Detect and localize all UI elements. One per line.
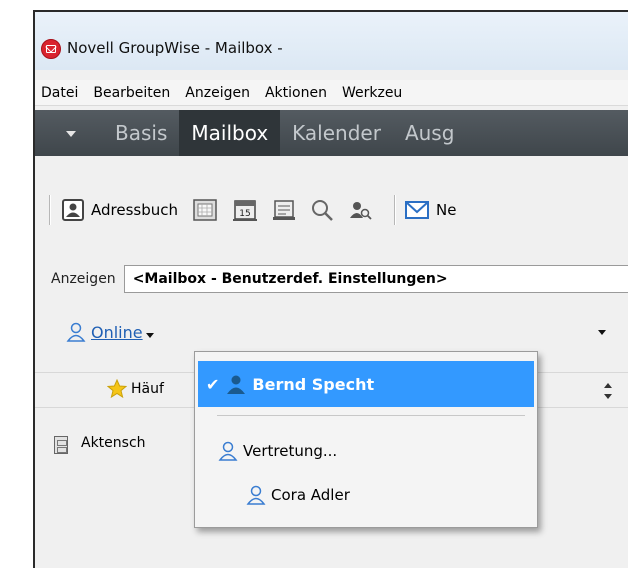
menu-aktionen[interactable]: Aktionen: [265, 85, 327, 101]
search-button[interactable]: [310, 198, 334, 222]
menu-bar: Datei Bearbeiten Anzeigen Aktionen Werkz…: [35, 80, 628, 106]
calendar-button[interactable]: 15: [232, 197, 258, 223]
schedule-icon: [273, 200, 295, 220]
favorites-label[interactable]: Häuf: [131, 381, 164, 397]
groupwise-logo-icon: [41, 39, 61, 59]
selected-user-label: Bernd Specht: [252, 374, 375, 394]
cabinet-icon: [54, 436, 68, 454]
title-bar: Novell GroupWise - Mailbox -: [35, 12, 628, 70]
tab-ausgang[interactable]: Ausg: [393, 110, 466, 156]
nav-bar: Basis Mailbox Kalender Ausg: [35, 110, 628, 156]
new-mail-button[interactable]: Ne: [404, 199, 456, 221]
new-mail-label: Ne: [436, 201, 457, 219]
screen-view-icon: [193, 199, 217, 221]
toolbar: Adressbuch 15 Ne: [35, 188, 628, 232]
menu-item-vertretung[interactable]: Vertretung...: [217, 438, 337, 464]
user-icon: [246, 485, 266, 505]
menu-datei[interactable]: Datei: [41, 85, 78, 101]
menu-item-bernd-specht[interactable]: ✔ Bernd Specht: [198, 361, 534, 407]
other-user-label: Cora Adler: [271, 486, 350, 504]
online-user-icon: [66, 322, 86, 342]
proxy-user-icon: [218, 441, 238, 461]
menu-separator: [217, 415, 525, 416]
addressbook-icon: [62, 199, 84, 221]
screen-view-button[interactable]: [192, 197, 218, 223]
tab-mailbox[interactable]: Mailbox: [179, 110, 281, 156]
show-label: Anzeigen: [51, 271, 116, 287]
menu-anzeigen[interactable]: Anzeigen: [185, 85, 250, 101]
new-mail-icon: [405, 201, 429, 219]
cabinet-label: Aktensch: [81, 435, 146, 451]
tab-kalender[interactable]: Kalender: [280, 110, 393, 156]
show-bar: Anzeigen <Mailbox - Benutzerdef. Einstel…: [35, 262, 628, 296]
star-icon: [107, 379, 127, 399]
status-row: Online: [35, 317, 628, 347]
window-title: Novell GroupWise - Mailbox -: [67, 39, 283, 57]
find-user-icon: [350, 202, 372, 220]
search-icon: [312, 200, 333, 221]
menu-bearbeiten[interactable]: Bearbeiten: [93, 85, 170, 101]
user-dropdown-menu: ✔ Bernd Specht Vertretung... Cora Adler: [194, 351, 538, 528]
calendar-icon: 15: [233, 200, 257, 221]
scroll-spinner[interactable]: [603, 381, 613, 403]
schedule-button[interactable]: [272, 198, 296, 222]
checkmark-icon: ✔: [206, 374, 220, 394]
status-dropdown-caret-icon[interactable]: [145, 332, 154, 338]
proxy-label: Vertretung...: [243, 442, 338, 460]
menu-werkzeuge[interactable]: Werkzeu: [342, 85, 402, 101]
toolbar-separator: [394, 195, 396, 225]
view-settings-field[interactable]: <Mailbox - Benutzerdef. Einstellungen>: [123, 265, 628, 293]
menu-item-cora-adler[interactable]: Cora Adler: [245, 482, 350, 508]
online-status-link[interactable]: Online: [91, 323, 143, 342]
calendar-day: 15: [239, 209, 250, 219]
addressbook-label: Adressbuch: [91, 201, 178, 219]
find-user-button[interactable]: [348, 198, 372, 222]
nav-dropdown-arrow-icon[interactable]: [66, 131, 76, 137]
addressbook-button[interactable]: Adressbuch: [61, 198, 178, 222]
options-caret-icon[interactable]: [598, 330, 606, 335]
tab-basis[interactable]: Basis: [103, 110, 179, 156]
toolbar-grip[interactable]: [49, 195, 51, 225]
user-icon: [227, 375, 246, 394]
